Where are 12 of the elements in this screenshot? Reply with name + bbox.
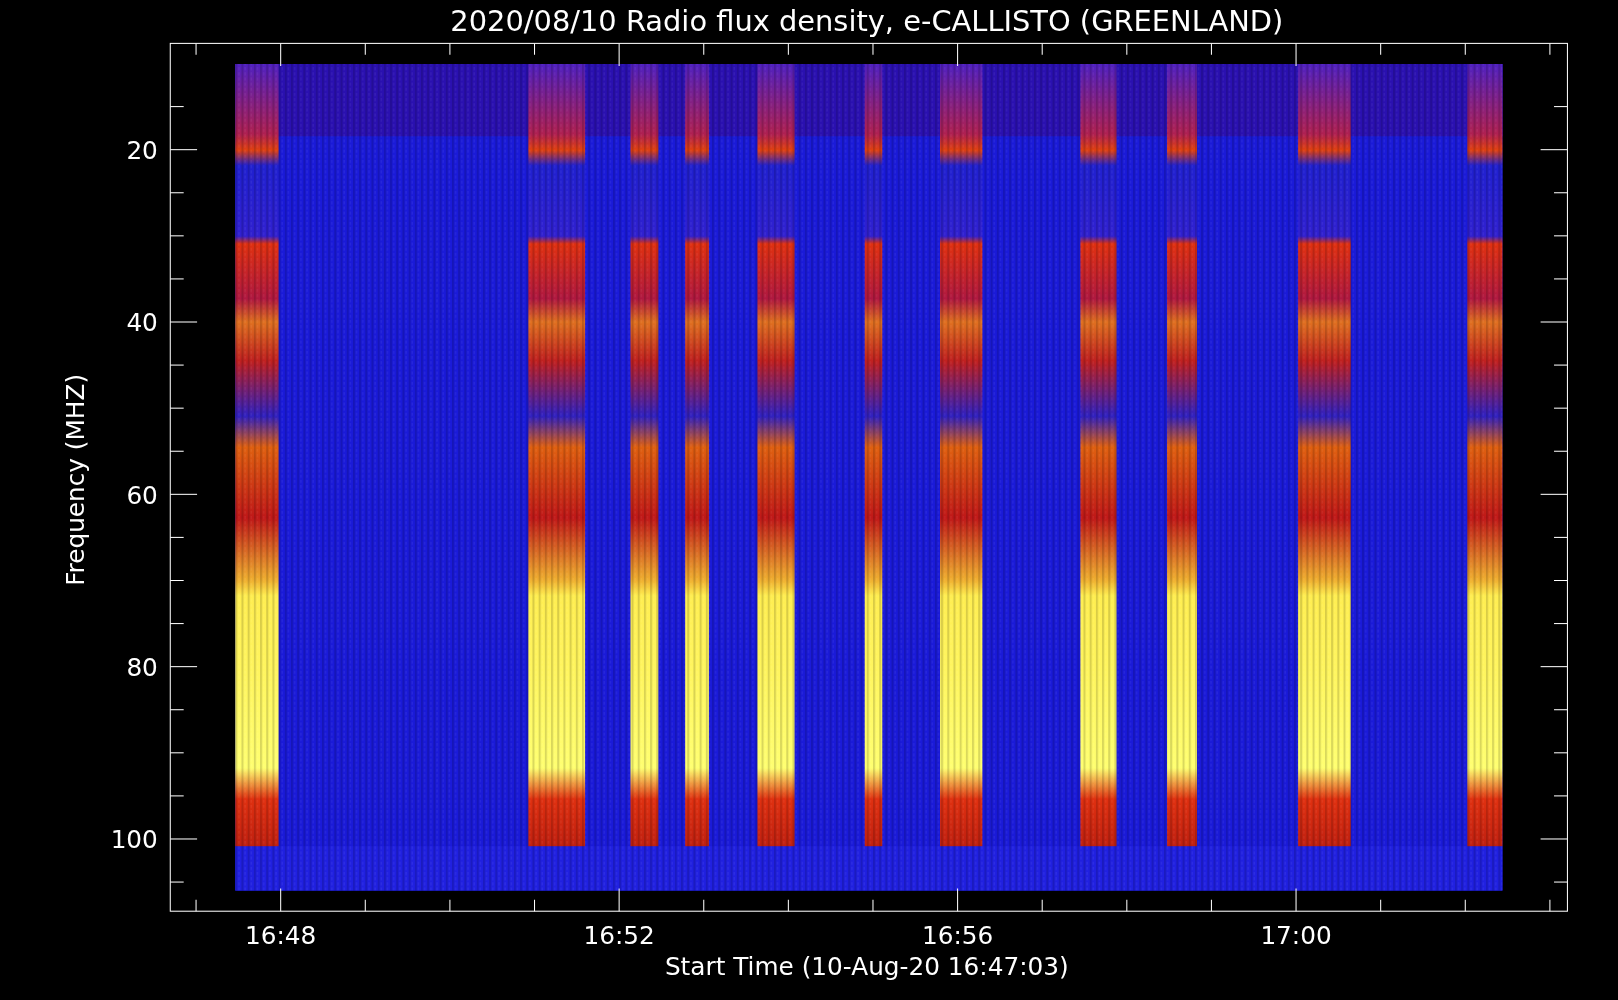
y-tick-label: 40 (126, 308, 158, 338)
x-tick-label: 16:56 (921, 921, 994, 951)
x-axis-label: Start Time (10-Aug-20 16:47:03) (664, 952, 1069, 982)
y-tick-label: 20 (126, 135, 158, 165)
y-tick-label: 100 (110, 825, 158, 855)
x-tick-label: 16:52 (583, 921, 655, 951)
x-tick-label: 17:00 (1260, 921, 1332, 951)
y-axis-label: Frequency (MHZ) (60, 373, 90, 586)
chart-title: 2020/08/10 Radio flux density, e-CALLISTO (GREENLAND) (450, 4, 1284, 38)
x-tick-label: 16:48 (245, 921, 317, 951)
y-tick-label: 80 (126, 652, 158, 682)
y-tick-label: 60 (126, 480, 158, 510)
